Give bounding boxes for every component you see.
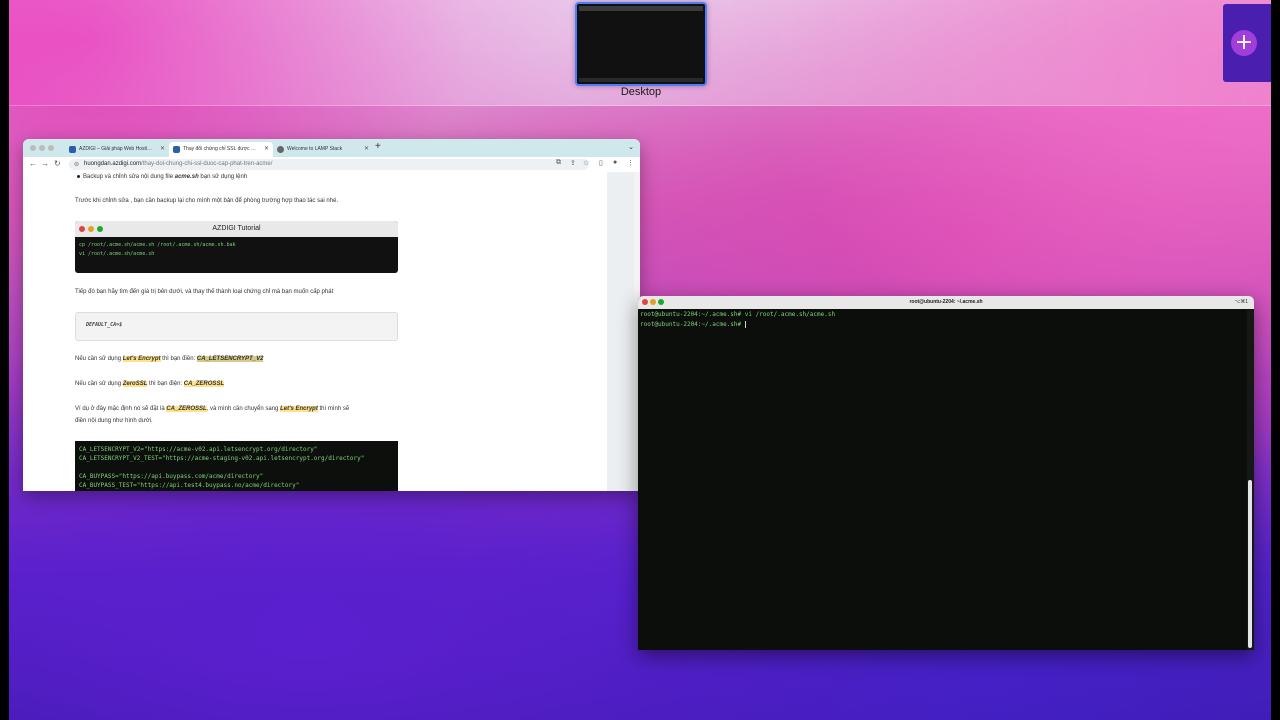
close-tab-icon[interactable]: ✕ bbox=[264, 142, 269, 157]
code-window-backup: AZDIGI Tutorial cp /root/.acme.sh/acme.s… bbox=[75, 221, 398, 273]
code-line: CA_BUYPASS_TEST="https://api.test4.buypa… bbox=[79, 482, 300, 489]
code-line: cp /root/.acme.sh/acme.sh /root/.acme.sh… bbox=[79, 242, 236, 248]
code-window-title: AZDIGI Tutorial bbox=[212, 225, 261, 232]
code-line: CA_LETSENCRYPT_V2_TEST="https://acme-sta… bbox=[79, 455, 365, 462]
tab-azdigi-home[interactable]: AZDIGI – Giải pháp Web Hosti… ✕ bbox=[65, 142, 169, 157]
paragraph-zerossl: Nếu cần sử dụng ZeroSSL thì bạn điện: CA… bbox=[75, 381, 225, 387]
close-window-button[interactable] bbox=[30, 145, 36, 151]
mission-control-spaces-bar: Desktop + bbox=[9, 0, 1271, 106]
paragraph-letsencrypt: Nếu cần sử dụng Let's Encrypt thì bạn đi… bbox=[75, 356, 264, 362]
menu-kebab-icon[interactable]: ⋮ bbox=[627, 159, 634, 167]
terminal-cursor bbox=[744, 321, 746, 328]
code-block-default-ca: DEFAULT_CA=$ bbox=[75, 312, 398, 341]
code-line: CA_BUYPASS="https://api.buypass.com/acme… bbox=[79, 473, 264, 480]
close-tab-icon[interactable]: ✕ bbox=[160, 142, 165, 157]
add-space-button[interactable]: + bbox=[1223, 4, 1271, 82]
bullet-icon bbox=[77, 175, 80, 178]
browser-tab-bar: AZDIGI – Giải pháp Web Hosti… ✕ Thay đổi… bbox=[23, 139, 640, 157]
list-item: Backup và chỉnh sửa nội dung file acme.s… bbox=[75, 172, 247, 183]
address-bar[interactable]: ⊜ huongdan.azdigi.com/thay-doi-chung-chi… bbox=[69, 159, 589, 170]
minimize-window-button[interactable] bbox=[39, 145, 45, 151]
terminal-shortcut: ⌥⌘1 bbox=[1234, 299, 1248, 305]
share-icon[interactable]: ⇪ bbox=[570, 159, 576, 167]
browser-toolbar: ← → ↻ ⊜ huongdan.azdigi.com/thay-doi-chu… bbox=[23, 157, 640, 173]
code-line: CA_LETSENCRYPT_V2="https://acme-v02.api.… bbox=[79, 446, 318, 453]
globe-icon bbox=[277, 146, 284, 153]
reload-icon[interactable]: ↻ bbox=[54, 159, 61, 168]
forward-arrow-icon[interactable]: → bbox=[41, 159, 49, 168]
azdigi-favicon-icon bbox=[173, 146, 180, 153]
page-right-gutter bbox=[607, 172, 634, 491]
terminal-line: root@ubuntu-2204:~/.acme.sh# vi /root/.a… bbox=[640, 311, 836, 318]
url-path: /thay-doi-chung-chi-ssl-duoc-cap-phat-tr… bbox=[141, 161, 273, 167]
paragraph-example: Ví dụ ở đây mặc định nó sẽ đặt là CA_ZER… bbox=[75, 406, 350, 412]
azdigi-favicon-icon bbox=[69, 146, 76, 153]
profile-icon[interactable]: ● bbox=[613, 159, 617, 166]
url-host: huongdan.azdigi.com bbox=[84, 161, 142, 167]
paragraph-find-value: Tiếp đó bạn hãy tìm đến giá trị bên dưới… bbox=[75, 289, 334, 295]
back-arrow-icon[interactable]: ← bbox=[29, 159, 37, 168]
tab-lamp-stack[interactable]: Welcome to LAMP Stack ✕ bbox=[273, 142, 373, 157]
new-tab-button[interactable]: + bbox=[375, 141, 381, 152]
plus-icon: + bbox=[1231, 30, 1257, 56]
desktop-space-label: Desktop bbox=[620, 86, 662, 98]
paragraph-example-line2: điền nội dung như hình dưới. bbox=[75, 418, 153, 424]
terminal-output[interactable]: root@ubuntu-2204:~/.acme.sh# vi /root/.a… bbox=[640, 310, 1240, 330]
terminal-title: root@ubuntu-2204: ~/.acme.sh bbox=[909, 299, 983, 305]
desktop-space-thumbnail[interactable] bbox=[575, 2, 707, 86]
side-panel-icon[interactable]: ▯ bbox=[599, 159, 603, 167]
code-line: vi /root/.acme.sh/acme.sh bbox=[79, 251, 155, 257]
site-info-icon[interactable]: ⊜ bbox=[74, 161, 79, 168]
terminal-scrollbar[interactable] bbox=[1247, 310, 1254, 650]
code-block-ca-urls: CA_LETSENCRYPT_V2="https://acme-v02.api.… bbox=[75, 441, 398, 491]
zoom-window-button[interactable] bbox=[48, 145, 54, 151]
terminal-title-bar[interactable]: root@ubuntu-2204: ~/.acme.sh ⌥⌘1 bbox=[638, 296, 1254, 309]
paragraph-backup: Trước khi chỉnh sửa , bạn cần backup lại… bbox=[75, 198, 339, 204]
bookmark-star-icon[interactable]: ☆ bbox=[583, 159, 589, 167]
close-tab-icon[interactable]: ✕ bbox=[364, 142, 369, 157]
browser-window[interactable]: AZDIGI – Giải pháp Web Hosti… ✕ Thay đổi… bbox=[23, 139, 640, 491]
terminal-window[interactable]: root@ubuntu-2204: ~/.acme.sh ⌥⌘1 root@ub… bbox=[638, 296, 1254, 650]
desktop-wallpaper: Desktop + AZDIGI – Giải pháp Web Hosti… … bbox=[9, 0, 1271, 720]
tab-search-chevron-icon[interactable]: ⌄ bbox=[628, 143, 634, 151]
page-viewport[interactable]: Backup và chỉnh sửa nội dung file acme.s… bbox=[23, 172, 640, 491]
terminal-scroll-thumb[interactable] bbox=[1248, 480, 1252, 648]
tab-ssl-article[interactable]: Thay đổi chứng chỉ SSL được … ✕ bbox=[169, 142, 273, 157]
translate-icon[interactable]: ⧉ bbox=[556, 159, 561, 167]
terminal-prompt-line[interactable]: root@ubuntu-2204:~/.acme.sh# bbox=[640, 320, 1240, 330]
